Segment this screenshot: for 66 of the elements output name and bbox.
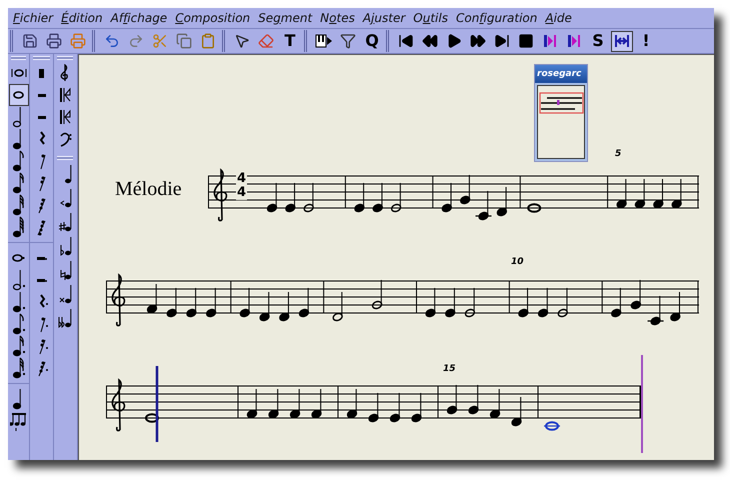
dotted-note-icon xyxy=(12,290,26,314)
clef-icon xyxy=(58,130,72,148)
eraser-icon xyxy=(258,33,274,49)
menu-item[interactable]: Ajuster xyxy=(360,9,408,27)
rest-icon xyxy=(36,278,46,282)
toolbar-button[interactable]: S xyxy=(587,30,609,52)
print-icon xyxy=(46,33,62,49)
menu-item[interactable]: Segment xyxy=(255,9,316,27)
menu-item[interactable]: Outils xyxy=(410,9,451,27)
clef-icon xyxy=(58,86,72,104)
time-signature-numerator: 4 xyxy=(236,172,248,186)
scissors-icon xyxy=(152,33,168,49)
menu-item[interactable]: Affichage xyxy=(108,9,170,27)
note-icon xyxy=(12,149,26,173)
dotted-note-icon xyxy=(12,268,26,292)
menu-item[interactable]: Aide xyxy=(542,9,575,27)
rest-icon xyxy=(38,116,46,118)
save-icon xyxy=(22,33,38,49)
dotted-note-icon xyxy=(12,356,26,380)
dotted-note-icon xyxy=(12,312,26,336)
note-icon xyxy=(13,91,24,99)
rest-icon xyxy=(38,94,46,96)
rewind-icon xyxy=(422,33,438,49)
toolbar-button[interactable]: T xyxy=(279,30,301,52)
toolbar-button[interactable]: Q xyxy=(361,30,383,52)
loop-end-icon xyxy=(566,33,582,49)
menu-item[interactable]: Notes xyxy=(317,9,358,27)
toolbar-button[interactable]: ! xyxy=(635,30,657,52)
dotted-note-icon xyxy=(12,254,25,262)
menu-item[interactable]: Édition xyxy=(58,9,106,27)
paste-icon xyxy=(200,33,216,49)
time-signature-denominator: 4 xyxy=(236,186,248,200)
print-preview-icon xyxy=(70,33,86,49)
menu-item[interactable]: Composition xyxy=(172,9,254,27)
triplet-icon xyxy=(10,410,28,432)
staff-label: Mélodie xyxy=(115,177,182,201)
breve-icon xyxy=(10,69,26,77)
skip-forward-icon xyxy=(494,33,510,49)
copy-icon xyxy=(176,33,192,49)
redo-icon xyxy=(128,33,144,49)
pointer-icon xyxy=(234,33,250,49)
stop-icon xyxy=(518,33,534,49)
toolbar-button[interactable] xyxy=(611,30,633,52)
note-icon xyxy=(12,193,26,217)
menu-item[interactable]: Fichier xyxy=(10,9,56,27)
undo-icon xyxy=(104,33,120,49)
fit-width-icon xyxy=(614,33,630,49)
bar-number: 15 xyxy=(443,364,456,375)
navigator-title: rosegarc xyxy=(537,68,582,80)
clef-icon xyxy=(58,108,72,126)
bar-number: 10 xyxy=(511,257,524,268)
rest-icon xyxy=(36,256,46,260)
skip-back-icon xyxy=(398,33,414,49)
rest-icon xyxy=(39,68,44,78)
funnel-icon xyxy=(340,33,356,49)
loop-start-icon xyxy=(542,33,558,49)
note-tool[interactable] xyxy=(8,84,28,106)
note-icon xyxy=(12,171,26,195)
dotted-note-icon xyxy=(12,334,26,358)
menu-item[interactable]: Configuration xyxy=(452,9,540,27)
bar-number: 5 xyxy=(615,149,622,160)
note-icon xyxy=(12,215,26,239)
fast-forward-icon xyxy=(470,33,486,49)
staff-overview-drawing xyxy=(539,92,584,114)
play-icon xyxy=(446,33,462,49)
piano-icon xyxy=(315,33,333,49)
